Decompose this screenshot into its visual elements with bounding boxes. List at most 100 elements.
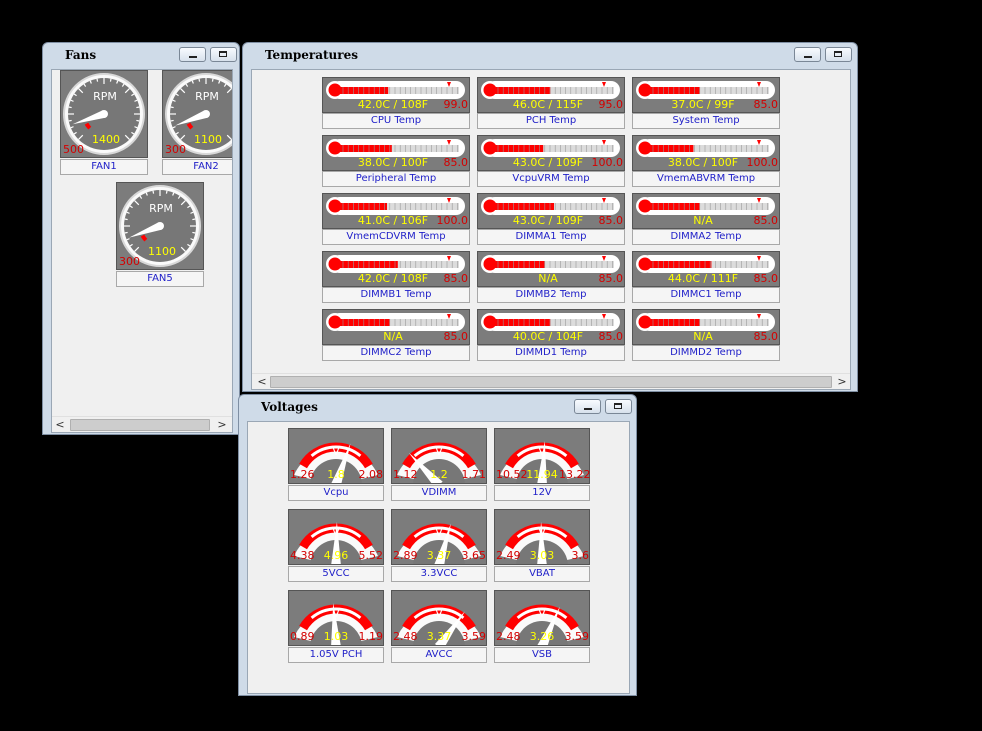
thermometer-fill <box>649 145 694 152</box>
voltage-min: 1.26 <box>290 468 315 481</box>
scroll-right-icon[interactable]: > <box>834 374 850 389</box>
temperatures-scroll-thumb[interactable] <box>270 376 832 388</box>
voltages-window[interactable]: Voltages V 1.8 1.26 2.08 Vcpu V 1.2 1.12 1.71 VDI… <box>238 394 637 696</box>
fans-maximize-button[interactable] <box>210 47 237 62</box>
voltage-gauge: V 3.37 2.48 3.59 <box>391 590 487 673</box>
voltage-label: 3.3VCC <box>391 566 487 582</box>
temperature-max: 100.0 <box>436 214 469 227</box>
scroll-right-icon[interactable]: > <box>214 417 230 432</box>
fan-tick <box>165 190 168 194</box>
voltage-gauge: V 4.96 4.38 5.52 <box>288 509 384 592</box>
thermometer-fill <box>649 87 700 94</box>
temperature-gauge: N/A 85.0 <box>632 309 780 345</box>
fan-unit-label: RPM <box>93 90 117 103</box>
voltage-min: 2.48 <box>393 630 418 643</box>
fan-min-value: 500 <box>63 143 84 156</box>
temperature-label: DIMMA1 Temp <box>477 229 625 245</box>
temperature-max: 85.0 <box>443 272 469 285</box>
temperature-gauge: 38.0C / 100F 100.0 <box>632 135 780 171</box>
temperature-max: 95.0 <box>598 98 624 111</box>
temperature-max: 85.0 <box>598 272 624 285</box>
fans-window[interactable]: Fans < > RPM 1400 500 FAN1 RPM 1100 300 FAN2 RPM… <box>42 42 240 435</box>
temperature-reading: 37.0C / 99F <box>671 98 735 111</box>
voltages-maximize-button[interactable] <box>605 399 632 414</box>
temperature-label: System Temp <box>632 113 780 129</box>
fan-rpm-value: 1100 <box>148 245 176 258</box>
temperature-max: 85.0 <box>753 98 779 111</box>
thermometer-fill <box>339 145 392 152</box>
temperatures-horizontal-scrollbar[interactable]: < > <box>252 373 850 389</box>
temperature-max: 100.0 <box>746 156 779 169</box>
fan-unit-label: RPM <box>149 202 173 215</box>
temperature-label: DIMMB2 Temp <box>477 287 625 303</box>
temperature-reading: 43.0C / 109F <box>512 156 584 169</box>
temperature-gauge: 43.0C / 109F 100.0 <box>477 135 625 171</box>
fan-needle-hub <box>156 222 164 230</box>
voltages-titlebar[interactable]: Voltages <box>239 395 636 419</box>
temperature-gauge: 44.0C / 111F 85.0 <box>632 251 780 287</box>
fans-horizontal-scrollbar[interactable]: < > <box>52 416 232 432</box>
voltage-gauge: V 1.03 0.89 1.19 <box>288 590 384 673</box>
fan-tick <box>136 119 140 122</box>
voltage-value: 3.03 <box>529 549 555 562</box>
fan-rpm-value: 1100 <box>194 133 222 146</box>
voltage-value: 11.94 <box>526 468 558 481</box>
scroll-left-icon[interactable]: < <box>52 417 68 432</box>
voltage-value: 1.8 <box>327 468 345 481</box>
temperatures-minimize-button[interactable] <box>794 47 821 62</box>
thermometer-fill <box>649 203 700 210</box>
voltage-value: 3.37 <box>426 630 452 643</box>
voltage-min: 0.89 <box>290 630 315 643</box>
temperature-max: 85.0 <box>443 156 469 169</box>
voltage-min: 4.38 <box>290 549 315 562</box>
temperature-gauge: 46.0C / 115F 95.0 <box>477 77 625 113</box>
voltage-max: 5.52 <box>358 549 384 562</box>
temperature-reading: 43.0C / 109F <box>512 214 584 227</box>
thermometer-fill <box>339 203 387 210</box>
voltage-max: 3.59 <box>461 630 487 643</box>
fan-tick <box>170 106 174 109</box>
temperature-gauge: 42.0C / 108F 99.0 <box>322 77 470 113</box>
temperature-reading: 42.0C / 108F <box>357 98 429 111</box>
fan-tick <box>109 78 112 82</box>
fans-minimize-button[interactable] <box>179 47 206 62</box>
voltage-value: 1.03 <box>323 630 349 643</box>
fans-scroll-thumb[interactable] <box>70 419 210 431</box>
temperature-reading: N/A <box>383 330 403 343</box>
voltage-max: 1.71 <box>461 468 487 481</box>
temperature-reading: N/A <box>693 214 713 227</box>
temperature-gauge: 38.0C / 100F 85.0 <box>322 135 470 171</box>
temperatures-titlebar[interactable]: Temperatures <box>243 43 857 67</box>
voltage-gauge: V 3.26 2.48 3.59 <box>494 590 590 673</box>
voltage-label: 12V <box>494 485 590 501</box>
fan-min-value: 300 <box>119 255 140 268</box>
voltage-unit-label: V <box>538 445 546 458</box>
scroll-left-icon[interactable]: < <box>254 374 270 389</box>
thermometer-fill <box>494 261 545 268</box>
temperature-label: PCH Temp <box>477 113 625 129</box>
temperatures-window[interactable]: Temperatures < > 42.0C / 108F 99.0 CPU Tem… <box>242 42 858 392</box>
fan-label: FAN1 <box>60 159 148 175</box>
voltage-max: 3.6 <box>571 549 590 562</box>
temperature-max: 85.0 <box>598 330 624 343</box>
voltage-max: 3.59 <box>564 630 590 643</box>
voltage-value: 4.96 <box>323 549 349 562</box>
voltage-gauge: V 1.8 1.26 2.08 <box>288 428 384 511</box>
fans-titlebar[interactable]: Fans <box>43 43 239 67</box>
fan-label: FAN2 <box>162 159 232 175</box>
fan-min-value: 300 <box>165 143 186 156</box>
temperatures-maximize-button[interactable] <box>825 47 852 62</box>
temperature-max: 85.0 <box>443 330 469 343</box>
temperature-reading: 42.0C / 108F <box>357 272 429 285</box>
fan-tick <box>152 190 155 194</box>
voltage-min: 2.48 <box>496 630 521 643</box>
voltage-unit-label: V <box>332 526 340 539</box>
voltage-unit-label: V <box>538 607 546 620</box>
voltage-label: VBAT <box>494 566 590 582</box>
voltages-minimize-button[interactable] <box>574 399 601 414</box>
voltage-max: 1.19 <box>358 630 384 643</box>
voltage-min: 10.52 <box>496 468 528 481</box>
temperature-gauge: 43.0C / 109F 85.0 <box>477 193 625 229</box>
temperature-gauge: 41.0C / 106F 100.0 <box>322 193 470 229</box>
temperature-label: DIMMD1 Temp <box>477 345 625 361</box>
